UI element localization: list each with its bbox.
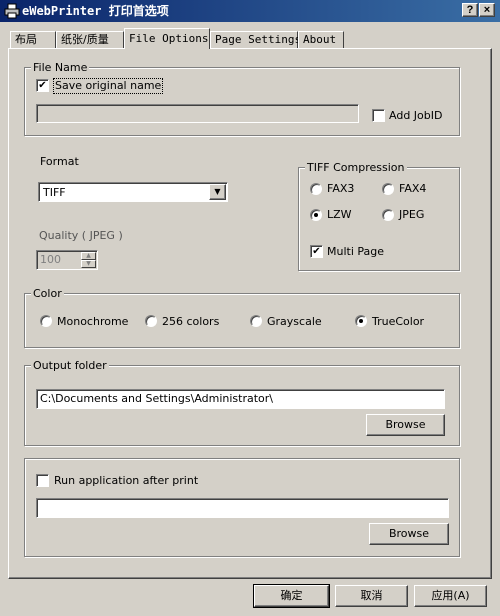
256-colors-label[interactable]: 256 colors: [162, 315, 219, 329]
file-name-group: [24, 67, 460, 136]
spin-up-button[interactable]: ▲: [81, 252, 96, 260]
add-jobid-checkbox[interactable]: [372, 109, 385, 122]
cancel-button[interactable]: 取消: [335, 585, 408, 607]
jpeg-label[interactable]: JPEG: [399, 208, 424, 222]
radio-jpeg[interactable]: [382, 209, 394, 221]
format-dropdown-button[interactable]: ▼: [209, 184, 226, 200]
help-button[interactable]: ?: [462, 3, 478, 17]
close-button[interactable]: ×: [479, 3, 495, 17]
save-original-label[interactable]: Save original name: [52, 78, 164, 94]
truecolor-label[interactable]: TrueColor: [372, 315, 424, 329]
check-icon: ✔: [312, 246, 321, 257]
radio-grayscale[interactable]: [250, 315, 262, 327]
format-select-value: TIFF: [43, 186, 66, 199]
run-application-checkbox[interactable]: [36, 474, 49, 487]
tab-file-options[interactable]: File Options: [124, 28, 210, 49]
color-group-label: Color: [31, 287, 64, 300]
spin-down-icon: ▼: [86, 260, 91, 267]
chevron-down-icon: ▼: [214, 187, 221, 196]
ok-button[interactable]: 确定: [253, 584, 330, 608]
tab-about[interactable]: About: [298, 31, 344, 48]
multi-page-label[interactable]: Multi Page: [327, 245, 384, 259]
window-title: eWebPrinter 打印首选项: [22, 4, 169, 18]
run-application-field[interactable]: [36, 498, 449, 518]
tiff-compression-label: TIFF Compression: [305, 161, 407, 174]
apply-button[interactable]: 应用(A): [414, 585, 487, 607]
grayscale-label[interactable]: Grayscale: [267, 315, 322, 329]
lzw-label[interactable]: LZW: [327, 208, 352, 222]
spin-up-icon: ▲: [86, 252, 91, 259]
add-jobid-label[interactable]: Add JobID: [389, 109, 442, 123]
radio-fax4[interactable]: [382, 183, 394, 195]
save-original-checkbox[interactable]: ✔: [36, 79, 49, 92]
file-name-group-label: File Name: [31, 61, 90, 74]
tab-paper-quality[interactable]: 纸张/质量: [56, 31, 124, 48]
monochrome-label[interactable]: Monochrome: [57, 315, 128, 329]
run-browse-button[interactable]: Browse: [369, 523, 449, 545]
filename-field[interactable]: [36, 104, 359, 123]
radio-256-colors[interactable]: [145, 315, 157, 327]
fax4-label[interactable]: FAX4: [399, 182, 426, 196]
radio-monochrome[interactable]: [40, 315, 52, 327]
multi-page-checkbox[interactable]: ✔: [310, 245, 323, 258]
spin-down-button[interactable]: ▼: [81, 260, 96, 268]
tab-layout[interactable]: 布局: [10, 31, 56, 48]
output-browse-button[interactable]: Browse: [366, 414, 445, 436]
run-application-label[interactable]: Run application after print: [54, 474, 198, 488]
output-folder-label: Output folder: [31, 359, 109, 372]
format-select[interactable]: TIFF: [38, 182, 228, 202]
quality-label: Quality ( JPEG ): [39, 229, 123, 242]
check-icon: ✔: [38, 80, 47, 91]
radio-truecolor[interactable]: [355, 315, 367, 327]
title-bar[interactable]: eWebPrinter 打印首选项 ? ×: [0, 0, 500, 22]
output-folder-field[interactable]: C:\Documents and Settings\Administrator\: [36, 389, 445, 409]
tab-page-settings[interactable]: Page Settings: [210, 31, 301, 48]
format-label: Format: [40, 155, 79, 168]
radio-fax3[interactable]: [310, 183, 322, 195]
printer-icon: [4, 3, 20, 19]
radio-lzw[interactable]: [310, 209, 322, 221]
fax3-label[interactable]: FAX3: [327, 182, 354, 196]
